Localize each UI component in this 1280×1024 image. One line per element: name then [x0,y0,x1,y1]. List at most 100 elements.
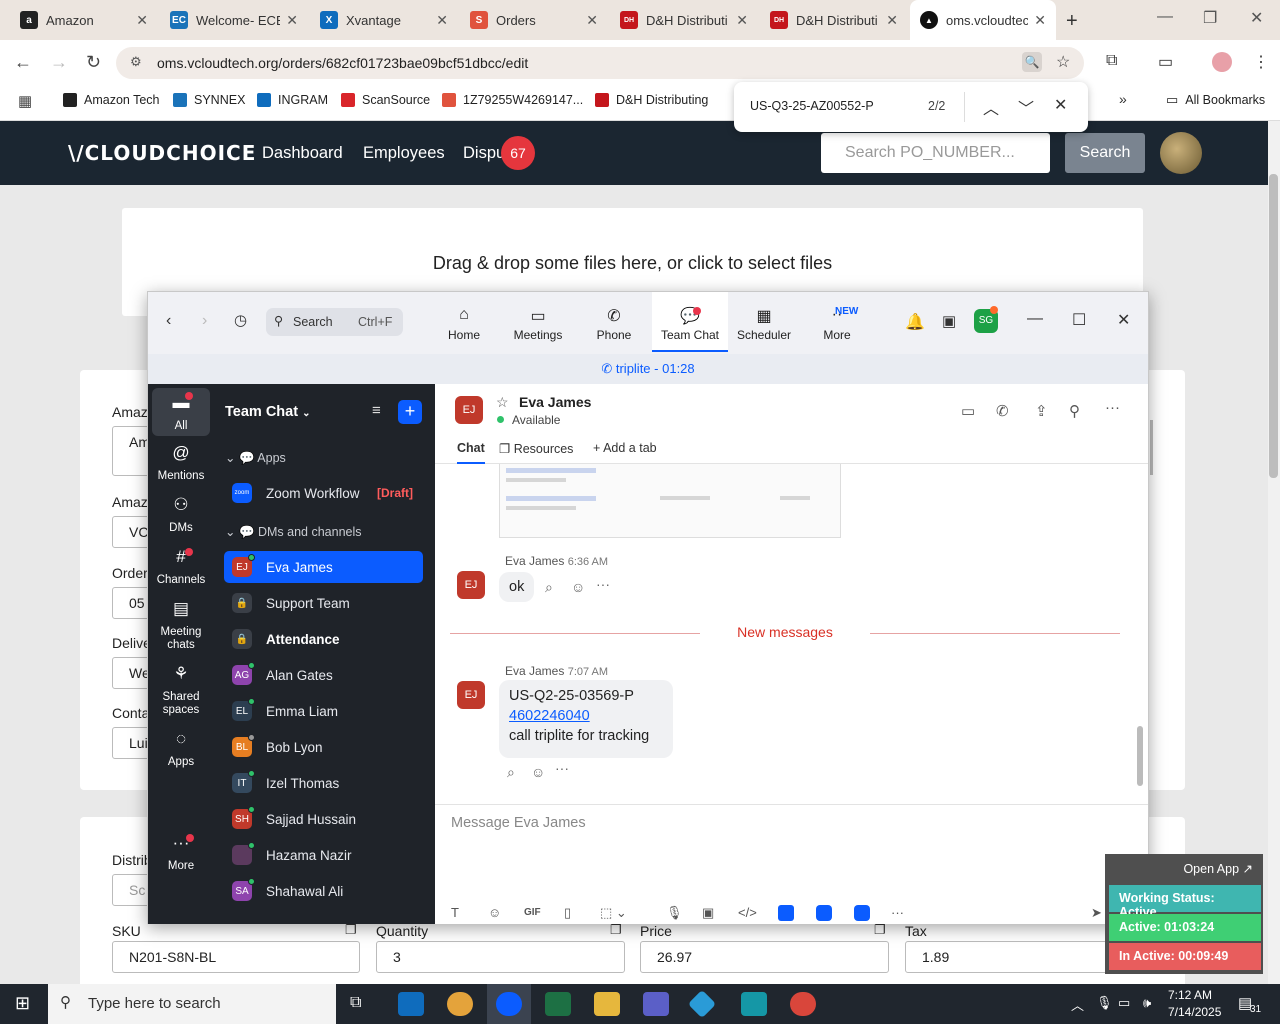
maximize-icon[interactable]: ☐ [1072,310,1086,330]
share-screen-icon[interactable]: ⇪ [1035,402,1048,420]
tab-scheduler[interactable]: ▦ Scheduler [726,292,802,352]
screenshot-attachment[interactable] [499,464,841,538]
cloudchoice-logo[interactable]: \/CLOUDCHOICE [68,141,256,165]
copy-icon[interactable]: ❐ [345,922,357,938]
sidepanel-icon[interactable]: ▭ [1158,52,1173,72]
new-tab-button[interactable]: + [1066,10,1078,33]
sidebar-item-izel-thomas[interactable]: IT Izel Thomas [224,767,423,799]
url-bar[interactable]: ⚙ oms.vcloudtech.org/orders/682cf01723ba… [116,47,1084,79]
bookmark-amazon-tech[interactable]: Amazon Tech [63,92,160,108]
sender-avatar[interactable]: EJ [457,681,485,709]
tab-team-chat[interactable]: 💬 Team Chat [652,292,728,352]
message-composer[interactable]: Message Eva James T ☺ GIF ▯ ⬚ ⌄ 🎙 ▣ </> … [435,804,1148,924]
screenshot-icon[interactable]: ⬚ ⌄ [600,905,627,921]
restore-button[interactable]: ❐ [1203,8,1217,28]
nav-employees[interactable]: Employees [363,144,445,163]
filter-icon[interactable]: ≡ [372,402,381,419]
bookmark-scansource[interactable]: ScanSource [341,92,430,108]
close-icon[interactable]: ✕ [1034,12,1046,29]
quantity-input[interactable]: 3 [376,941,625,973]
reply-icon[interactable]: ⌕ [507,764,515,781]
tab-dh-2[interactable]: DH D&H Distributi ✕ [760,0,908,40]
tab-xvantage[interactable]: X Xvantage ✕ [310,0,458,40]
back-icon[interactable]: ‹ [166,312,171,330]
chrome-icon[interactable] [790,992,816,1016]
profile-icon[interactable] [1212,52,1232,72]
more-icon[interactable]: ··· [1105,399,1120,416]
po-search-input[interactable]: Search PO_NUMBER... [821,133,1050,173]
rail-dms[interactable]: ⚇ DMs [152,496,210,535]
minimize-button[interactable]: — [1157,8,1173,26]
sender-avatar[interactable]: EJ [457,571,485,599]
contact-name[interactable]: Eva James [519,394,591,410]
volume-icon[interactable]: 🕪 [1143,995,1151,1011]
bell-icon[interactable]: 🔔 [905,312,925,332]
chrome-icon[interactable] [447,992,473,1016]
sidebar-item-bob-lyon[interactable]: BL Bob Lyon [224,731,423,763]
close-icon[interactable]: ✕ [286,12,298,29]
close-icon[interactable]: ✕ [136,12,148,29]
bookmark-synnex[interactable]: SYNNEX [173,92,245,108]
star-icon[interactable]: ☆ [1056,52,1070,72]
close-icon[interactable]: ✕ [886,12,898,29]
section-apps[interactable]: ⌄ 💬 Apps [225,450,286,466]
zoom-icon[interactable] [496,992,522,1016]
find-next-icon[interactable]: ﹀ [1018,95,1034,119]
send-icon[interactable]: ➤ [1091,905,1102,921]
sidebar-item-emma-liam[interactable]: EL Emma Liam [224,695,423,727]
contact-avatar[interactable]: EJ [455,396,483,424]
app-icon[interactable] [816,905,832,921]
back-icon[interactable]: ← [14,52,32,73]
sidebar-item-support-team[interactable]: 🔒 Support Team [224,587,423,619]
more-icon[interactable]: ··· [596,576,610,592]
close-icon[interactable]: ✕ [736,12,748,29]
new-chat-button[interactable]: + [398,400,422,424]
tab-dh-1[interactable]: DH D&H Distributi ✕ [610,0,758,40]
close-icon[interactable]: ✕ [586,12,598,29]
find-input[interactable]: US-Q3-25-AZ00552-P [750,99,874,113]
chat-scroll-thumb[interactable] [1137,726,1143,786]
format-icon[interactable]: T [451,905,459,920]
more-icon[interactable]: ··· [555,760,569,776]
search-icon[interactable]: ⚲ [1069,402,1080,420]
rail-more[interactable]: ··· More [152,834,210,873]
active-call-bar[interactable]: ✆ triplite - 01:28 [148,354,1148,384]
avatar[interactable] [1160,132,1202,174]
video-icon[interactable]: ▭ [961,402,975,420]
sidebar-item-sajjad-hussain[interactable]: SH Sajjad Hussain [224,803,423,835]
bookmark-tracking[interactable]: 1Z79255W4269147... [442,92,583,108]
find-icon[interactable]: 🔍 [1022,52,1042,72]
minimize-icon[interactable]: — [1027,310,1043,328]
star-icon[interactable]: ☆ [496,394,509,411]
calendar-widget-icon[interactable]: ▣ [942,312,956,330]
task-view-icon[interactable]: ⧉ [350,994,361,1012]
copy-icon[interactable]: ❐ [874,922,886,938]
clock-date[interactable]: 7/14/2025 [1168,1005,1221,1019]
reload-icon[interactable]: ↻ [86,52,101,73]
more-icon[interactable]: ··· [891,905,904,920]
po-search-button[interactable]: Search [1065,133,1145,173]
forward-icon[interactable]: → [50,52,68,73]
history-icon[interactable]: ◷ [234,311,247,329]
reply-icon[interactable]: ⌕ [545,579,553,596]
sidebar-item-zoom-workflow[interactable]: zoom Zoom Workflow [Draft] [224,477,423,509]
file-icon[interactable]: ▯ [564,905,571,921]
mic-icon[interactable]: 🎙 [666,905,683,921]
rail-mentions[interactable]: @ Mentions [152,444,210,483]
sidebar-item-hazama-nazir[interactable]: Hazama Nazir [224,839,423,871]
tab-phone[interactable]: ✆ Phone [576,292,652,352]
site-info-icon[interactable]: ⚙ [130,54,142,70]
teams-icon[interactable] [643,992,669,1016]
taskbar-search[interactable]: ⚲ Type here to search [48,984,336,1024]
nav-disputes[interactable]: Dispu [463,144,505,163]
tab-chat[interactable]: Chat [457,441,485,464]
forward-icon[interactable]: › [202,312,207,330]
bookmark-ingram[interactable]: INGRAM [257,92,328,108]
video-message-icon[interactable]: ▣ [702,905,714,921]
tab-more[interactable]: ·· More [799,292,875,352]
add-tab-button[interactable]: + Add a tab [593,441,657,455]
gif-icon[interactable]: GIF [524,907,541,918]
zoom-search[interactable]: ⚲ Search Ctrl+F [266,308,403,336]
copy-icon[interactable]: ❐ [610,922,622,938]
app-icon[interactable] [778,905,794,921]
